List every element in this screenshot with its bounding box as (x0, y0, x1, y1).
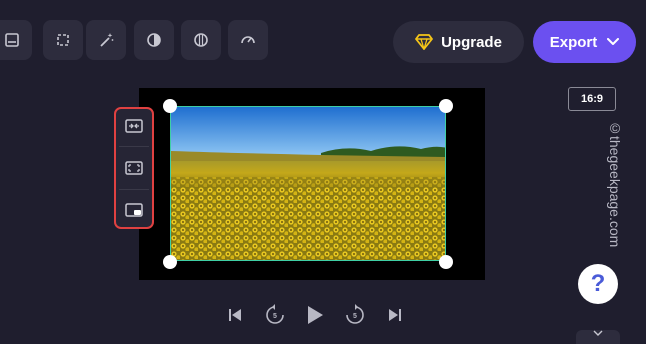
resize-handle-bottom-right[interactable] (439, 255, 453, 269)
layout-toolbar (114, 107, 154, 229)
watermark: ©thegeekpage.com (607, 120, 623, 248)
crop-button[interactable] (43, 20, 83, 60)
play-button[interactable] (300, 300, 330, 330)
magic-wand-icon (100, 33, 114, 47)
help-button[interactable]: ? (578, 264, 618, 304)
crop-icon (57, 34, 69, 46)
play-icon (308, 306, 323, 324)
diamond-icon (415, 34, 433, 50)
resize-handle-top-left[interactable] (163, 99, 177, 113)
forward-seconds: 5 (353, 313, 357, 320)
rewind-seconds: 5 (273, 313, 277, 320)
video-preview[interactable] (170, 106, 446, 261)
fit-icon (125, 119, 143, 133)
fit-button[interactable] (121, 113, 147, 139)
resize-handle-top-right[interactable] (439, 99, 453, 113)
skip-to-start-icon (229, 309, 241, 321)
fill-icon (125, 161, 143, 175)
skip-to-end-icon (389, 309, 401, 321)
skip-to-end-button[interactable] (380, 300, 410, 330)
export-label: Export (549, 33, 598, 51)
fill-button[interactable] (121, 155, 147, 181)
resize-handle-bottom-left[interactable] (163, 255, 177, 269)
fade-icon (194, 33, 208, 47)
adjust-colors-icon (147, 33, 161, 47)
skip-to-start-button[interactable] (220, 300, 250, 330)
fade-button[interactable] (181, 20, 221, 60)
video-thumbnail (171, 107, 445, 260)
aspect-ratio-button[interactable]: 16:9 (568, 87, 616, 111)
upgrade-label: Upgrade (441, 33, 502, 51)
rewind-icon: 5 (266, 304, 284, 324)
speed-icon (241, 36, 255, 44)
speed-button[interactable] (228, 20, 268, 60)
forward-5-button[interactable]: 5 (340, 300, 370, 330)
picture-in-picture-button[interactable] (121, 197, 147, 223)
collapse-timeline-button[interactable] (576, 330, 620, 344)
rewind-5-button[interactable]: 5 (260, 300, 290, 330)
adjust-colors-button[interactable] (134, 20, 174, 60)
captions-button[interactable] (0, 20, 32, 60)
upgrade-button[interactable]: Upgrade (393, 21, 524, 63)
playback-controls: 5 5 (220, 300, 410, 330)
picture-in-picture-icon (125, 203, 143, 217)
magic-wand-button[interactable] (86, 20, 126, 60)
captions-icon (5, 33, 19, 47)
chevron-down-icon (593, 330, 603, 336)
forward-icon: 5 (346, 304, 364, 324)
export-button[interactable]: Export (533, 21, 636, 63)
separator (119, 188, 149, 190)
chevron-down-icon (607, 38, 620, 45)
separator (119, 146, 149, 148)
